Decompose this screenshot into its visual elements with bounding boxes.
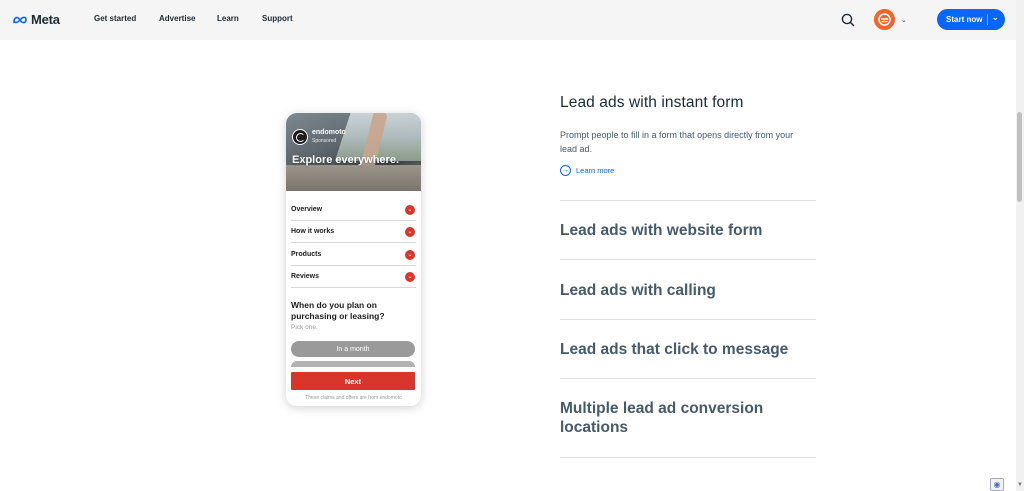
scroll-down-arrow-icon[interactable]: ▼ [1017,482,1023,488]
nav-link-support[interactable]: Support [262,14,293,23]
section-divider [560,259,816,260]
globe-icon[interactable]: ◉ [990,478,1004,491]
accordion-item-how-it-works[interactable]: How it works ⌄ [291,221,416,243]
accordion-label: How it works [291,228,335,235]
brand-name: endomoto [312,129,346,136]
hero-seat-scene [286,165,421,191]
section-title-multiple-locations[interactable]: Multiple lead ad conversion locations [560,399,810,437]
avatar-logo-icon [874,9,895,30]
brand-subtitle: Sponsored [312,138,337,144]
ad-hero-image: endomoto Sponsored Explore everywhere. [286,113,421,191]
learn-more-label: Learn more [576,166,615,175]
nav-link-advertise[interactable]: Advertise [159,14,195,23]
avatar [874,9,895,30]
form-hint: Pick one. [291,324,318,331]
scrollbar-thumb[interactable] [1017,112,1022,202]
chevron-down-icon: ⌄ [405,249,415,260]
nav-link-get-started[interactable]: Get started [94,14,136,23]
meta-logo[interactable]: Meta [12,12,60,27]
section-divider [560,200,816,201]
chevron-down-icon[interactable]: ⌄ [992,13,999,22]
arrow-right-icon: → [560,165,571,176]
section-title-website-form[interactable]: Lead ads with website form [560,221,810,240]
section-divider [560,378,816,379]
ad-headline: Explore everywhere. [292,154,400,166]
search-button[interactable] [840,12,856,28]
form-option[interactable]: In a month [291,341,415,357]
section-divider [560,319,816,320]
form-option-peek [291,361,415,367]
accordion-label: Overview [291,206,323,213]
phone-mockup: endomoto Sponsored Explore everywhere. O… [286,113,421,406]
chevron-down-icon: ⌄ [405,271,415,282]
section-title-calling[interactable]: Lead ads with calling [560,281,810,300]
meta-logo-text: Meta [31,12,60,27]
nav-link-learn[interactable]: Learn [217,14,239,23]
meta-infinity-icon [13,16,27,23]
accordion-item-reviews[interactable]: Reviews ⌄ [291,266,416,288]
button-divider [987,14,988,25]
form-question: When do you plan on purchasing or leasin… [291,300,385,321]
section-divider [560,457,816,458]
next-button[interactable]: Next [291,372,415,390]
chevron-down-icon: ⌄ [405,226,415,237]
accordion-item-overview[interactable]: Overview ⌄ [291,199,416,221]
brand-logo-icon [292,129,308,145]
learn-more-link[interactable]: → Learn more [560,165,614,176]
section-description: Prompt people to fill in a form that ope… [560,130,794,154]
section-title-instant-form[interactable]: Lead ads with instant form [560,94,744,112]
chevron-down-icon: ⌄ [405,204,415,215]
chevron-down-icon: ⌄ [901,16,907,24]
account-menu[interactable]: ⌄ [874,9,907,30]
section-title-click-to-message[interactable]: Lead ads that click to message [560,340,810,359]
accordion-label: Products [291,251,322,258]
disclaimer: These claims and offers are from endomot… [305,395,402,401]
vertical-scrollbar[interactable] [1016,0,1024,491]
start-now-label: Start now [946,15,983,24]
search-icon [841,13,855,27]
start-now-button[interactable]: Start now ⌄ [937,9,1005,30]
accordion-label: Reviews [291,273,320,280]
accordion-item-products[interactable]: Products ⌄ [291,244,416,266]
top-navigation-bar: Meta Get started Advertise Learn Support… [0,0,1016,40]
